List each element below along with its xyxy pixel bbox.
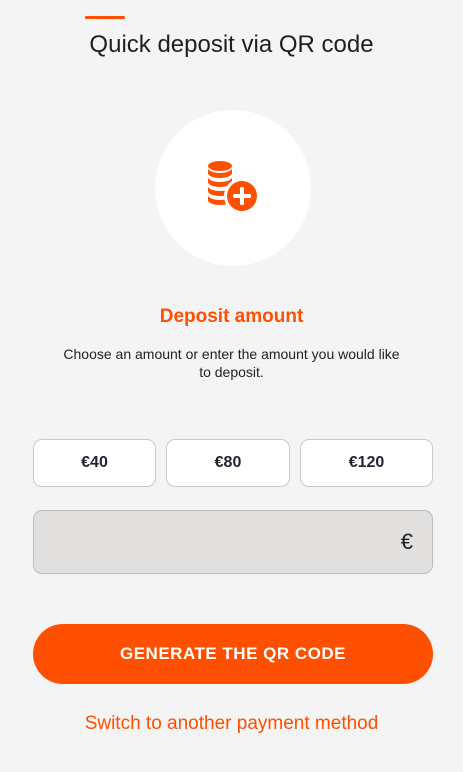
page-title: Quick deposit via QR code <box>89 31 374 58</box>
deposit-amount-heading: Deposit amount <box>159 306 304 327</box>
amount-option-80-button[interactable]: €80 <box>166 439 290 487</box>
deposit-amount-description: Choose an amount or enter the amount you… <box>63 346 400 380</box>
amount-option-40-button[interactable]: €40 <box>33 439 156 487</box>
switch-payment-method-link[interactable]: Switch to another payment method <box>0 713 463 735</box>
title-accent-line <box>85 16 125 19</box>
hero-illustration <box>155 110 311 266</box>
custom-amount-field: € <box>33 510 433 575</box>
custom-amount-input[interactable] <box>46 511 390 575</box>
coins-plus-icon <box>208 161 260 214</box>
amount-option-120-button[interactable]: €120 <box>300 439 433 487</box>
generate-qr-code-button[interactable]: GENERATE THE QR CODE <box>33 624 433 684</box>
currency-symbol: € <box>400 529 413 554</box>
